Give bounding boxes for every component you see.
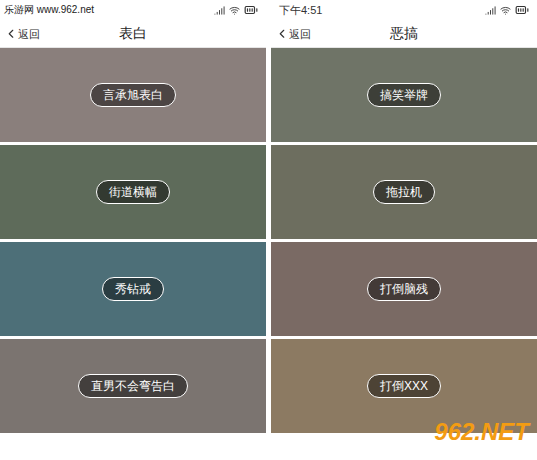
template-card[interactable]: 街道横幅 [0,145,266,239]
template-card[interactable]: 打倒脑残 [271,242,537,336]
template-card[interactable]: 秀钻戒 [0,242,266,336]
card-list: 搞笑举牌拖拉机打倒脑残打倒XXX [271,48,537,433]
top-watermark: 乐游网 www.962.net [0,0,98,20]
card-label: 直男不会弯告白 [78,374,188,398]
status-icons [214,3,258,17]
signal-icon [485,5,496,16]
page-title: 表白 [119,23,147,44]
phone-screen: 下午4:51返回恶搞搞笑举牌拖拉机打倒脑残打倒XXX962.NET乐游网 [271,0,537,460]
back-button[interactable]: 返回 [275,25,311,42]
card-label: 秀钻戒 [102,277,164,301]
card-label: 言承旭表白 [90,83,176,107]
status-bar: 下午4:51 [271,0,537,20]
signal-icon [214,5,225,16]
template-card[interactable]: 言承旭表白 [0,48,266,142]
status-time: 下午4:51 [279,2,322,19]
wifi-icon [500,5,511,16]
template-card[interactable]: 拖拉机 [271,145,537,239]
template-card[interactable]: 搞笑举牌 [271,48,537,142]
card-label: 打倒XXX [367,374,441,398]
back-button[interactable]: 返回 [4,25,40,42]
status-icons [485,3,529,17]
header-bar: 返回 表白 [0,20,266,48]
battery-icon [515,3,529,17]
screenshot: 返回 表白言承旭表白街道横幅秀钻戒直男不会弯告白 乐游网 www.962.net 下午… [0,0,537,460]
back-arrow-icon [4,27,18,41]
header-bar: 返回 恶搞 [271,20,537,48]
template-card[interactable]: 打倒XXX [271,339,537,433]
phone-screen: 返回 表白言承旭表白街道横幅秀钻戒直男不会弯告白 乐游网 www.962.net [0,0,266,460]
page-title: 恶搞 [390,23,418,44]
template-card[interactable]: 直男不会弯告白 [0,339,266,433]
card-label: 打倒脑残 [367,277,441,301]
card-label: 拖拉机 [373,180,435,204]
back-arrow-icon [275,27,289,41]
card-label: 搞笑举牌 [367,83,441,107]
logo-watermark: 962.NET乐游网 [434,420,529,456]
battery-icon [244,3,258,17]
wifi-icon [229,5,240,16]
card-label: 街道横幅 [96,180,170,204]
card-list: 言承旭表白街道横幅秀钻戒直男不会弯告白 [0,48,266,433]
